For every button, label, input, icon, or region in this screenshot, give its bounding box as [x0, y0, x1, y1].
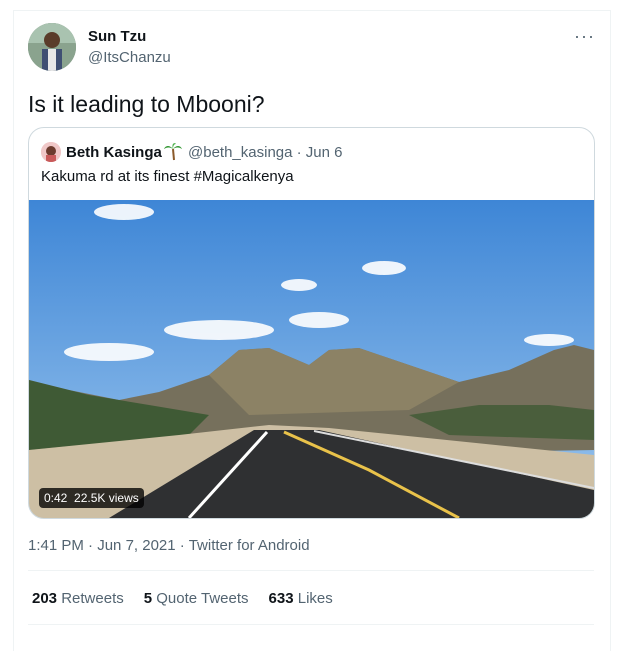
author-avatar[interactable] [28, 23, 76, 71]
palm-tree-icon [163, 141, 183, 161]
video-stats-badge: 0:42 22.5K views [39, 488, 144, 508]
tweet-meta: 1:41 PM · Jun 7, 2021 · Twitter for Andr… [28, 537, 310, 554]
quoted-tweet[interactable]: Beth Kasinga @beth_kasinga · Jun 6 Kakum… [28, 127, 595, 519]
divider [28, 570, 594, 571]
video-player[interactable]: 0:42 22.5K views [29, 200, 594, 518]
video-views: 22.5K views [74, 491, 139, 505]
tweet-source[interactable]: Twitter for Android [189, 537, 310, 554]
quoted-handle-date: @beth_kasinga · Jun 6 [188, 144, 343, 161]
author-handle[interactable]: @ItsChanzu [88, 49, 171, 66]
likes-stat[interactable]: 633 Likes [269, 590, 333, 607]
tweet-timestamp[interactable]: 1:41 PM · Jun 7, 2021 [28, 537, 176, 554]
quoted-tweet-text: Kakuma rd at its finest #Magicalkenya [41, 168, 294, 185]
more-options-icon[interactable]: ··· [574, 26, 595, 47]
quote-tweets-stat[interactable]: 5 Quote Tweets [144, 590, 249, 607]
tweet-stats: 203 Retweets 5 Quote Tweets 633 Likes [32, 590, 333, 607]
video-duration: 0:42 [44, 491, 68, 505]
retweets-stat[interactable]: 203 Retweets [32, 590, 124, 607]
video-thumbnail [29, 200, 594, 518]
divider [28, 624, 594, 625]
author-name[interactable]: Sun Tzu [88, 28, 146, 45]
tweet-text: Is it leading to Mbooni? [28, 91, 265, 117]
quoted-avatar [41, 142, 61, 162]
quoted-author-name: Beth Kasinga [66, 144, 162, 161]
